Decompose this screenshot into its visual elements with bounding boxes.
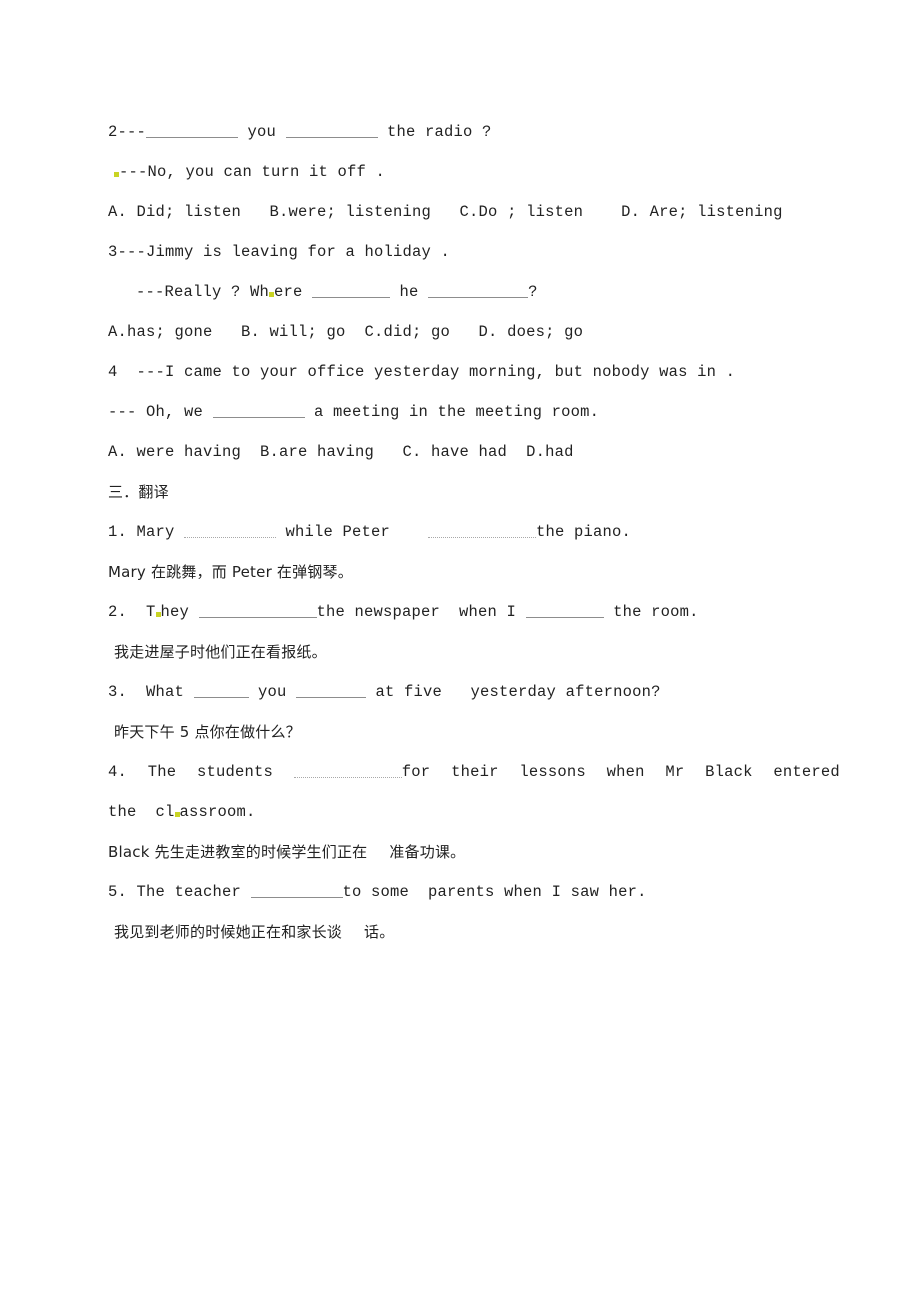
t5-blank-1[interactable] [250, 882, 343, 898]
t5-prefix: 5. The teacher [108, 883, 251, 901]
t4-w4: for [401, 763, 431, 781]
q2-blank-1[interactable] [146, 122, 239, 138]
t4-w10: entered [773, 763, 840, 781]
translation-3-english: 3. What you at five yesterday afternoon? [108, 672, 840, 712]
t5-cn-tail: 话。 [364, 923, 395, 941]
question-3-options: A.has; gone B. will; go C.did; go D. doe… [108, 323, 584, 341]
t4-w3: students [197, 763, 274, 781]
translation-5-chinese: 我见到老师的时候她正在和家长谈 话。 [108, 912, 840, 952]
translation-3-chinese: 昨天下午 5 点你在做什么？ [114, 723, 301, 741]
q3-blank-2[interactable] [428, 282, 529, 298]
translation-5-english: 5. The teacher to some parents when I sa… [108, 872, 840, 912]
t3-blank-1[interactable] [193, 682, 249, 698]
q4-reply-suffix: a meeting in the meeting room. [304, 403, 600, 421]
q3-reply-mid: ere [274, 283, 313, 301]
t4-cn-tail: 准备功课。 [389, 843, 466, 861]
t2-mid: the newspaper when I [316, 603, 526, 621]
t1-prefix: 1. Mary [108, 523, 185, 541]
question-2-reply: ---No, you can turn it off . [108, 152, 840, 192]
t4-w5: their [451, 763, 499, 781]
q2-reply-text: ---No, you can turn it off . [119, 163, 386, 181]
t4-w7: when [606, 763, 645, 781]
question-4-options: A. were having B.are having C. have had … [108, 443, 574, 461]
review-mark-icon [155, 612, 161, 617]
translation-1-chinese: Mary 在跳舞，而 Peter 在弹钢琴。 [108, 563, 353, 581]
t3-suffix: at five yesterday afternoon? [366, 683, 661, 701]
t2-suffix: the room. [603, 603, 699, 621]
q4-reply-prefix: --- Oh, we [108, 403, 213, 421]
t5-suffix: to some parents when I saw her. [342, 883, 647, 901]
translation-4-english-line-1: 4. The students for their lessons when M… [108, 752, 840, 792]
t2-blank-2[interactable] [525, 602, 604, 618]
t2-prefix: 2. T [108, 603, 156, 621]
translation-2-chinese: 我走进屋子时他们正在看报纸。 [114, 643, 327, 661]
t3-mid: you [248, 683, 297, 701]
t4-blank-1[interactable] [293, 762, 402, 778]
t5-cn-main: 我见到老师的时候她正在和家长谈 [114, 923, 343, 941]
translation-1-english: 1. Mary while Peter the piano. [108, 512, 840, 552]
t3-blank-2[interactable] [296, 682, 367, 698]
t4-blank-wrap: for [293, 762, 431, 781]
worksheet-content: 2--- you the radio ? ---No, you can turn… [108, 112, 840, 952]
t4-line2-prefix: the cl [108, 803, 175, 821]
q2-blank-2[interactable] [285, 122, 378, 138]
worksheet-page: 2--- you the radio ? ---No, you can turn… [0, 0, 920, 1302]
q2-stem-suffix: the radio ? [377, 123, 492, 141]
question-3-reply: ---Really ? Wh ere he ? [108, 272, 840, 312]
t1-mid: while Peter [276, 523, 429, 541]
question-3-stem: 3---Jimmy is leaving for a holiday . [108, 243, 451, 261]
t1-blank-2[interactable] [428, 522, 537, 538]
translation-2-english: 2. They the newspaper when I the room. [108, 592, 840, 632]
review-mark-icon [174, 812, 180, 817]
q4-blank-1[interactable] [212, 402, 305, 418]
review-mark-icon [114, 172, 119, 177]
t1-blank-1[interactable] [184, 522, 277, 538]
q3-blank-1[interactable] [312, 282, 391, 298]
q2-stem-mid: you [238, 123, 286, 141]
question-4-stem: 4 ---I came to your office yesterday mor… [108, 363, 736, 381]
t3-prefix: 3. What [108, 683, 194, 701]
t4-w8: Mr [665, 763, 685, 781]
t4-w2: The [147, 763, 177, 781]
section-three-heading: 三．翻译 [108, 483, 169, 501]
t2-after-mark: hey [160, 603, 199, 621]
t4-cn-main: Black 先生走进教室的时候学生们正在 [108, 843, 368, 861]
question-2-options: A. Did; listen B.were; listening C.Do ; … [108, 203, 783, 221]
t2-blank-1[interactable] [198, 602, 317, 618]
t4-w9: Black [705, 763, 753, 781]
question-2-stem: 2--- you the radio ? [108, 112, 840, 152]
q3-reply-prefix: ---Really ? Wh [136, 283, 270, 301]
translation-4-chinese: Black 先生走进教室的时候学生们正在 准备功课。 [108, 832, 840, 872]
t4-w1: 4. [108, 763, 128, 781]
q3-reply-mid2: he [390, 283, 429, 301]
t4-line2-suffix: assroom. [179, 803, 256, 821]
translation-4-english-line-2: the cl assroom. [108, 792, 840, 832]
q3-reply-suffix: ? [528, 283, 538, 301]
q2-stem-prefix: 2--- [108, 123, 147, 141]
review-mark-icon [269, 292, 275, 297]
question-4-reply: --- Oh, we a meeting in the meeting room… [108, 392, 840, 432]
t1-suffix: the piano. [536, 523, 632, 541]
t4-w6: lessons [519, 763, 586, 781]
